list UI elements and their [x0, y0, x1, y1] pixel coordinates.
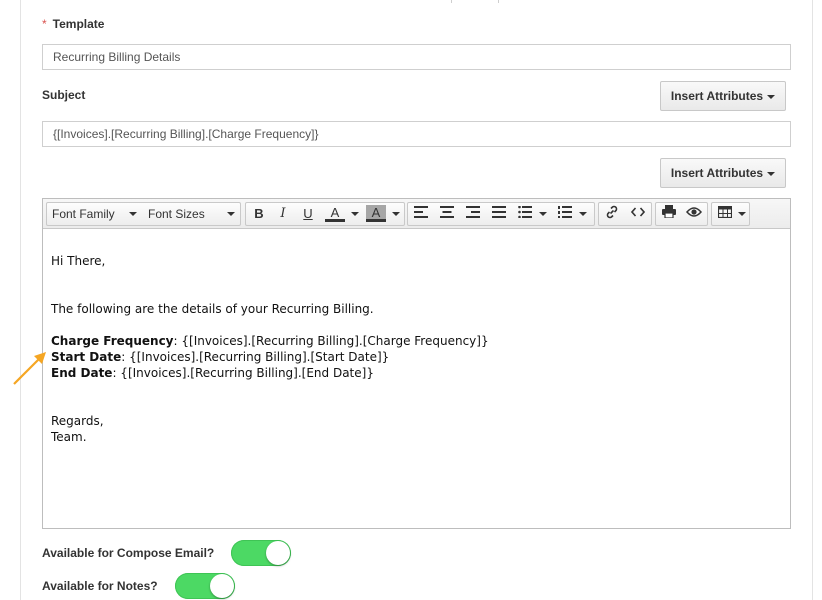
compose-email-label: Available for Compose Email? [42, 546, 215, 560]
intro-text: The following are the details of your Re… [51, 302, 374, 316]
caret-down-icon[interactable] [579, 212, 587, 216]
toggle-knob [266, 541, 290, 565]
background-color-button[interactable]: A [366, 205, 386, 222]
top-divider-tick [498, 0, 499, 3]
format-group: B I U A A [245, 202, 405, 226]
editor-toolbar: Font Family Font Sizes B I U A A [43, 199, 790, 229]
underline-button[interactable]: U [298, 205, 318, 223]
subject-input[interactable]: {[Invoices].[Recurring Billing].[Charge … [42, 121, 791, 147]
rich-text-editor: Font Family Font Sizes B I U A A Hi Ther… [42, 198, 791, 529]
table-group [711, 202, 750, 226]
preview-eye-icon[interactable] [684, 205, 704, 223]
top-divider-tick [451, 0, 452, 3]
panel-right-border [812, 0, 813, 600]
closing-text: Regards, [51, 414, 104, 428]
insert-group [598, 202, 652, 226]
numbered-list-icon[interactable] [555, 205, 575, 223]
field-line-charge-frequency: Charge Frequency: {[Invoices].[Recurring… [51, 334, 489, 348]
caret-down-icon[interactable] [539, 212, 547, 216]
paragraph-group [407, 202, 595, 226]
align-right-icon[interactable] [463, 205, 483, 223]
caret-down-icon [767, 94, 776, 99]
subject-label: Subject [42, 88, 86, 102]
field-line-start-date: Start Date: {[Invoices].[Recurring Billi… [51, 350, 390, 364]
required-marker: * [42, 17, 47, 31]
font-family-select[interactable]: Font Family [47, 203, 143, 225]
panel-left-border [20, 0, 21, 600]
code-view-icon[interactable] [628, 205, 648, 223]
compose-email-toggle[interactable] [231, 540, 291, 566]
field-line-end-date: End Date: {[Invoices].[Recurring Billing… [51, 366, 374, 380]
link-icon[interactable] [602, 205, 622, 223]
annotation-arrow-icon [13, 352, 46, 385]
notes-toggle[interactable] [175, 573, 235, 599]
greeting-text: Hi There, [51, 254, 106, 268]
caret-down-icon[interactable] [392, 212, 400, 216]
caret-down-icon [227, 212, 235, 216]
print-icon[interactable] [659, 205, 679, 223]
align-center-icon[interactable] [437, 205, 457, 223]
text-color-button[interactable]: A [325, 205, 345, 222]
bold-button[interactable]: B [249, 205, 269, 223]
caret-down-icon [129, 212, 137, 216]
font-select-group: Font Family Font Sizes [46, 202, 241, 226]
signature-text: Team. [51, 430, 87, 444]
template-input[interactable]: Recurring Billing Details [42, 44, 791, 70]
align-justify-icon[interactable] [489, 205, 509, 223]
insert-attributes-button-subject[interactable]: Insert Attributes [660, 81, 786, 111]
table-icon[interactable] [715, 205, 735, 223]
font-size-select[interactable]: Font Sizes [143, 203, 241, 225]
bullet-list-icon[interactable] [515, 205, 535, 223]
template-label: * Template [42, 17, 105, 31]
toggle-knob [210, 574, 234, 598]
align-left-icon[interactable] [411, 205, 431, 223]
italic-button[interactable]: I [273, 205, 293, 223]
caret-down-icon[interactable] [351, 212, 359, 216]
view-group [655, 202, 708, 226]
caret-down-icon [767, 171, 776, 176]
notes-label: Available for Notes? [42, 579, 158, 593]
insert-attributes-button-body[interactable]: Insert Attributes [660, 158, 786, 188]
caret-down-icon[interactable] [738, 212, 746, 216]
